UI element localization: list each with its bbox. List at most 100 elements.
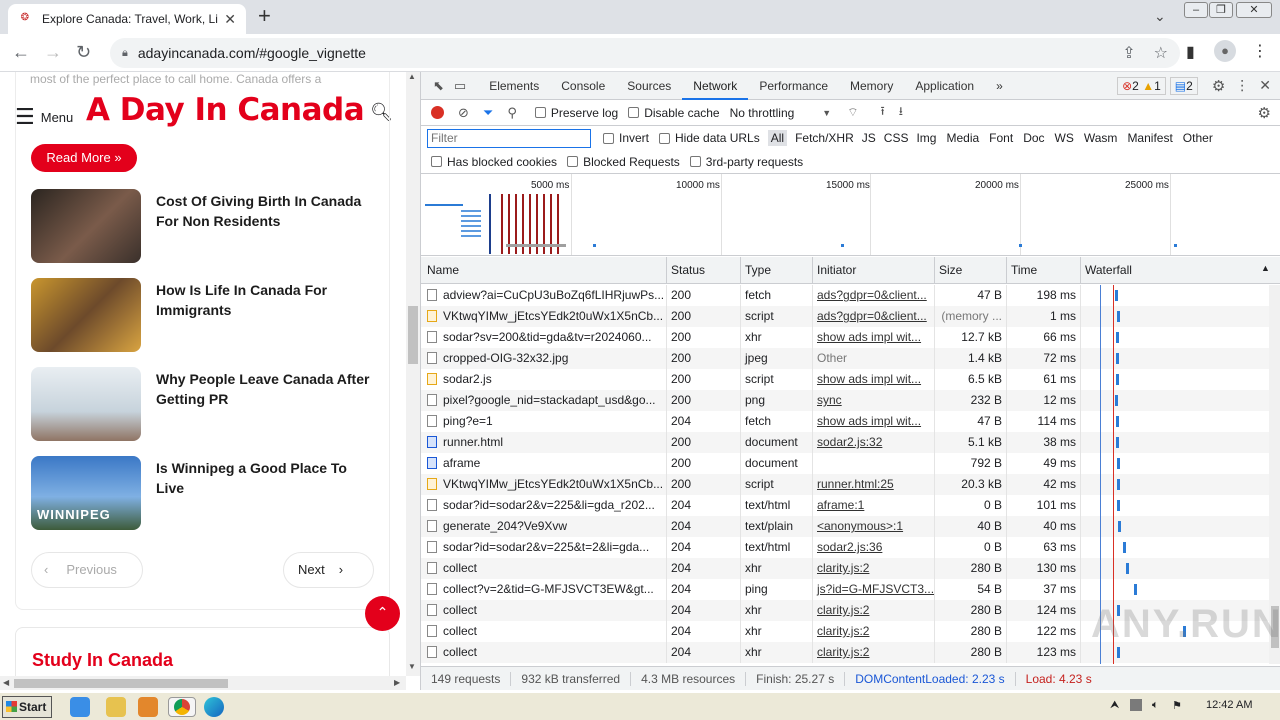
table-row[interactable]: collect 204 xhr clarity.js:2 280 B 130 ms <box>421 558 1269 579</box>
import-har-icon[interactable]: ⭱ <box>881 102 885 123</box>
request-initiator[interactable]: runner.html:25 <box>812 474 934 495</box>
record-icon[interactable] <box>431 106 444 119</box>
post-item[interactable]: Why People Leave Canada After Getting PR <box>31 367 371 441</box>
type-filter-all[interactable]: All <box>767 130 788 146</box>
table-row[interactable]: ping?e=1 204 fetch show ads impl wit... 47 B… <box>421 411 1269 432</box>
column-time[interactable]: Time <box>1006 257 1041 284</box>
request-initiator[interactable]: sodar2.js:32 <box>812 432 934 453</box>
post-item[interactable]: WINNIPEG Is Winnipeg a Good Place To Liv… <box>31 456 371 530</box>
request-initiator[interactable]: ads?gdpr=0&client... <box>812 306 934 327</box>
table-row[interactable]: sodar?sv=200&tid=gda&tv=r2024060... 200 xh… <box>421 327 1269 348</box>
request-initiator[interactable]: aframe:1 <box>812 495 934 516</box>
menu-button[interactable]: ☰ Menu <box>15 104 73 130</box>
tab-search-chevron-icon[interactable]: ⌄ <box>1154 8 1166 25</box>
type-filter-ws[interactable]: WS <box>1055 131 1074 145</box>
sort-up-icon[interactable]: ▲ <box>1261 263 1270 273</box>
settings-gear-icon[interactable]: ⚙ <box>1212 77 1225 95</box>
disable-cache-checkbox[interactable] <box>628 107 640 118</box>
blocked-cookies-checkbox[interactable] <box>431 156 442 167</box>
minimize-button[interactable]: – <box>1184 2 1208 18</box>
tray-volume-icon[interactable]: 🔈︎ <box>1152 699 1159 712</box>
inspect-element-icon[interactable]: ⬉ <box>433 78 444 94</box>
browser-tab[interactable]: ❂ Explore Canada: Travel, Work, Live, ✕ <box>8 4 246 34</box>
invert-checkbox[interactable] <box>603 132 614 144</box>
scroll-left-arrow-icon[interactable]: ◀ <box>3 678 9 687</box>
request-initiator[interactable]: show ads impl wit... <box>812 369 934 390</box>
read-more-button[interactable]: Read More » <box>31 144 137 172</box>
post-thumbnail[interactable] <box>31 278 141 352</box>
restore-button[interactable]: ❐ <box>1209 2 1233 18</box>
export-har-icon[interactable]: ⭳ <box>899 102 903 123</box>
chrome-icon[interactable] <box>168 697 196 717</box>
post-thumbnail[interactable] <box>31 189 141 263</box>
post-thumbnail[interactable]: WINNIPEG <box>31 456 141 530</box>
table-row[interactable]: generate_204?Ve9Xvw 204 text/plain <anonymo… <box>421 516 1269 537</box>
post-item[interactable]: Cost Of Giving Birth In Canada For Non R… <box>31 189 371 263</box>
request-initiator[interactable]: js?id=G-MFJSVCT3... <box>812 579 934 600</box>
tab-close-icon[interactable]: ✕ <box>224 11 236 28</box>
table-row[interactable]: runner.html 200 document sodar2.js:32 5.1 kB… <box>421 432 1269 453</box>
blocked-requests-checkbox[interactable] <box>567 156 579 167</box>
tab-sources[interactable]: Sources <box>616 72 682 100</box>
type-filter-fetch-xhr[interactable]: Fetch/XHR <box>795 131 854 145</box>
hide-data-urls-checkbox[interactable] <box>659 132 671 144</box>
table-row[interactable]: sodar?id=sodar2&v=225&li=gda_r202... 204 t… <box>421 495 1269 516</box>
messages-counter[interactable]: ▤2 <box>1169 76 1198 95</box>
scroll-to-top-button[interactable]: ⌃ <box>365 596 400 631</box>
type-filter-other[interactable]: Other <box>1183 131 1213 145</box>
request-initiator[interactable]: ads?gdpr=0&client... <box>812 285 934 306</box>
search-icon[interactable]: 🔍︎ <box>370 102 393 123</box>
column-initiator[interactable]: Initiator <box>812 257 860 284</box>
request-initiator[interactable]: show ads impl wit... <box>812 411 934 432</box>
chevron-down-icon[interactable]: ▼ <box>822 108 831 118</box>
reload-icon[interactable]: ↻ <box>76 42 91 63</box>
table-row[interactable]: collect?v=2&tid=G-MFJSVCT3EW&gt... 204 pin… <box>421 579 1269 600</box>
table-row[interactable]: adview?ai=CuCpU3uBoZq6fLIHRjuwPs... 200 fe… <box>421 285 1269 306</box>
third-party-checkbox[interactable] <box>689 156 701 167</box>
type-filter-css[interactable]: CSS <box>884 131 909 145</box>
type-filter-doc[interactable]: Doc <box>1023 131 1044 145</box>
tray-flag-icon[interactable]: ⚑ <box>1172 699 1182 712</box>
search-icon[interactable]: ⚲ <box>507 105 517 121</box>
post-title[interactable]: Cost Of Giving Birth In Canada For Non R… <box>156 189 371 263</box>
media-player-icon[interactable] <box>138 697 158 717</box>
tab-memory[interactable]: Memory <box>839 72 904 100</box>
table-row[interactable]: VKtwqYIMw_jEtcsYEdk2t0uWx1X5nCb... 200 scr… <box>421 474 1269 495</box>
column-size[interactable]: Size <box>934 257 966 284</box>
post-title[interactable]: Why People Leave Canada After Getting PR <box>156 367 371 441</box>
edge-icon[interactable] <box>204 697 224 717</box>
device-toolbar-icon[interactable]: ▭ <box>454 78 466 94</box>
type-filter-img[interactable]: Img <box>916 131 936 145</box>
column-waterfall[interactable]: Waterfall <box>1080 257 1136 284</box>
address-bar[interactable]: 🔒︎ adayincanada.com/#google_vignette ⇪ ☆ <box>110 38 1180 68</box>
previous-button[interactable]: ‹ Previous <box>31 552 143 588</box>
table-row[interactable]: sodar2.js 200 script show ads impl wit... 6.… <box>421 369 1269 390</box>
devtools-close-icon[interactable]: ✕ <box>1259 77 1271 94</box>
type-filter-js[interactable]: JS <box>862 131 876 145</box>
type-filter-wasm[interactable]: Wasm <box>1084 131 1118 145</box>
preserve-log-checkbox[interactable] <box>534 107 546 118</box>
filter-input[interactable] <box>427 128 591 148</box>
column-name[interactable]: Name <box>423 257 463 284</box>
share-icon[interactable]: ⇪ <box>1122 43 1135 63</box>
bookmark-star-icon[interactable]: ☆ <box>1154 43 1168 63</box>
tab-network[interactable]: Network <box>682 72 749 100</box>
profile-avatar-icon[interactable]: ● <box>1214 40 1236 62</box>
window-close-button[interactable]: ✕ <box>1236 2 1272 18</box>
more-tabs-button[interactable]: » <box>985 72 1014 100</box>
new-tab-button[interactable]: + <box>258 4 271 28</box>
tab-application[interactable]: Application <box>904 72 985 100</box>
post-title[interactable]: How Is Life In Canada For Immigrants <box>156 278 371 352</box>
column-type[interactable]: Type <box>740 257 775 284</box>
devtools-menu-icon[interactable]: ⋮ <box>1235 77 1249 94</box>
network-overview-timeline[interactable]: 5000 ms 10000 ms 15000 ms 20000 ms 25000… <box>421 174 1280 256</box>
network-conditions-icon[interactable]: ⌔ <box>847 105 858 120</box>
issues-counter[interactable]: ⊗2 ▲1 <box>1117 76 1166 95</box>
tab-performance[interactable]: Performance <box>748 72 839 100</box>
request-initiator[interactable]: Other <box>812 348 934 369</box>
browser-menu-icon[interactable]: ⋮ <box>1252 41 1268 61</box>
start-button[interactable]: Start <box>2 696 52 718</box>
request-initiator[interactable]: sync <box>812 390 934 411</box>
back-arrow-icon[interactable]: ← <box>12 42 30 63</box>
next-button[interactable]: Next › <box>283 552 374 588</box>
